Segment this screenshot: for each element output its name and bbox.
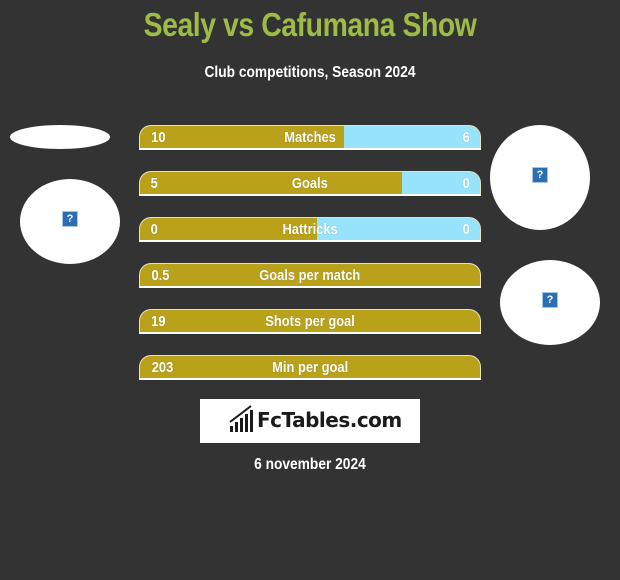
stat-bar-matches: Matches 10 6 [139,125,481,150]
left-team-logo: ? [20,179,120,264]
right-value: 0 [462,175,470,192]
stat-label: Shots per goal [265,313,355,330]
left-player-image [10,125,110,149]
left-value: 10 [151,129,166,146]
right-team-logo: ? [490,125,590,230]
left-value: 19 [151,313,166,330]
stat-label: Hattricks [282,221,338,238]
left-value: 5 [150,175,158,192]
stat-label: Goals [292,175,328,192]
bar-chart-icon [229,405,253,432]
broken-image-icon: ? [532,167,548,183]
broken-image-icon: ? [62,211,78,227]
right-value: 6 [462,129,470,146]
stat-label: Matches [284,129,336,146]
page-title: Sealy vs Cafumana Show [143,6,477,43]
stat-label: Min per goal [272,359,348,376]
stat-bar-min-per-goal: Min per goal 203 [139,355,481,380]
competition-subtitle: Club competitions, Season 2024 [204,64,416,81]
right-player-image: ? [500,260,600,345]
right-value: 0 [462,221,470,238]
broken-image-icon: ? [542,292,558,308]
left-value: 0.5 [151,267,170,284]
brand-name: FcTables.com [257,408,402,432]
stat-bar-shots-per-goal: Shots per goal 19 [139,309,481,334]
left-value: 0 [150,221,158,238]
stat-label: Goals per match [259,267,361,284]
stat-bar-goals-per-match: Goals per match 0.5 [139,263,481,288]
date-label: 6 november 2024 [254,456,366,473]
left-value: 203 [151,359,174,376]
stat-bar-goals: Goals 5 0 [139,171,481,196]
stat-bar-hattricks: Hattricks 0 0 [139,217,481,242]
fctables-logo[interactable]: FcTables.com [200,399,420,443]
